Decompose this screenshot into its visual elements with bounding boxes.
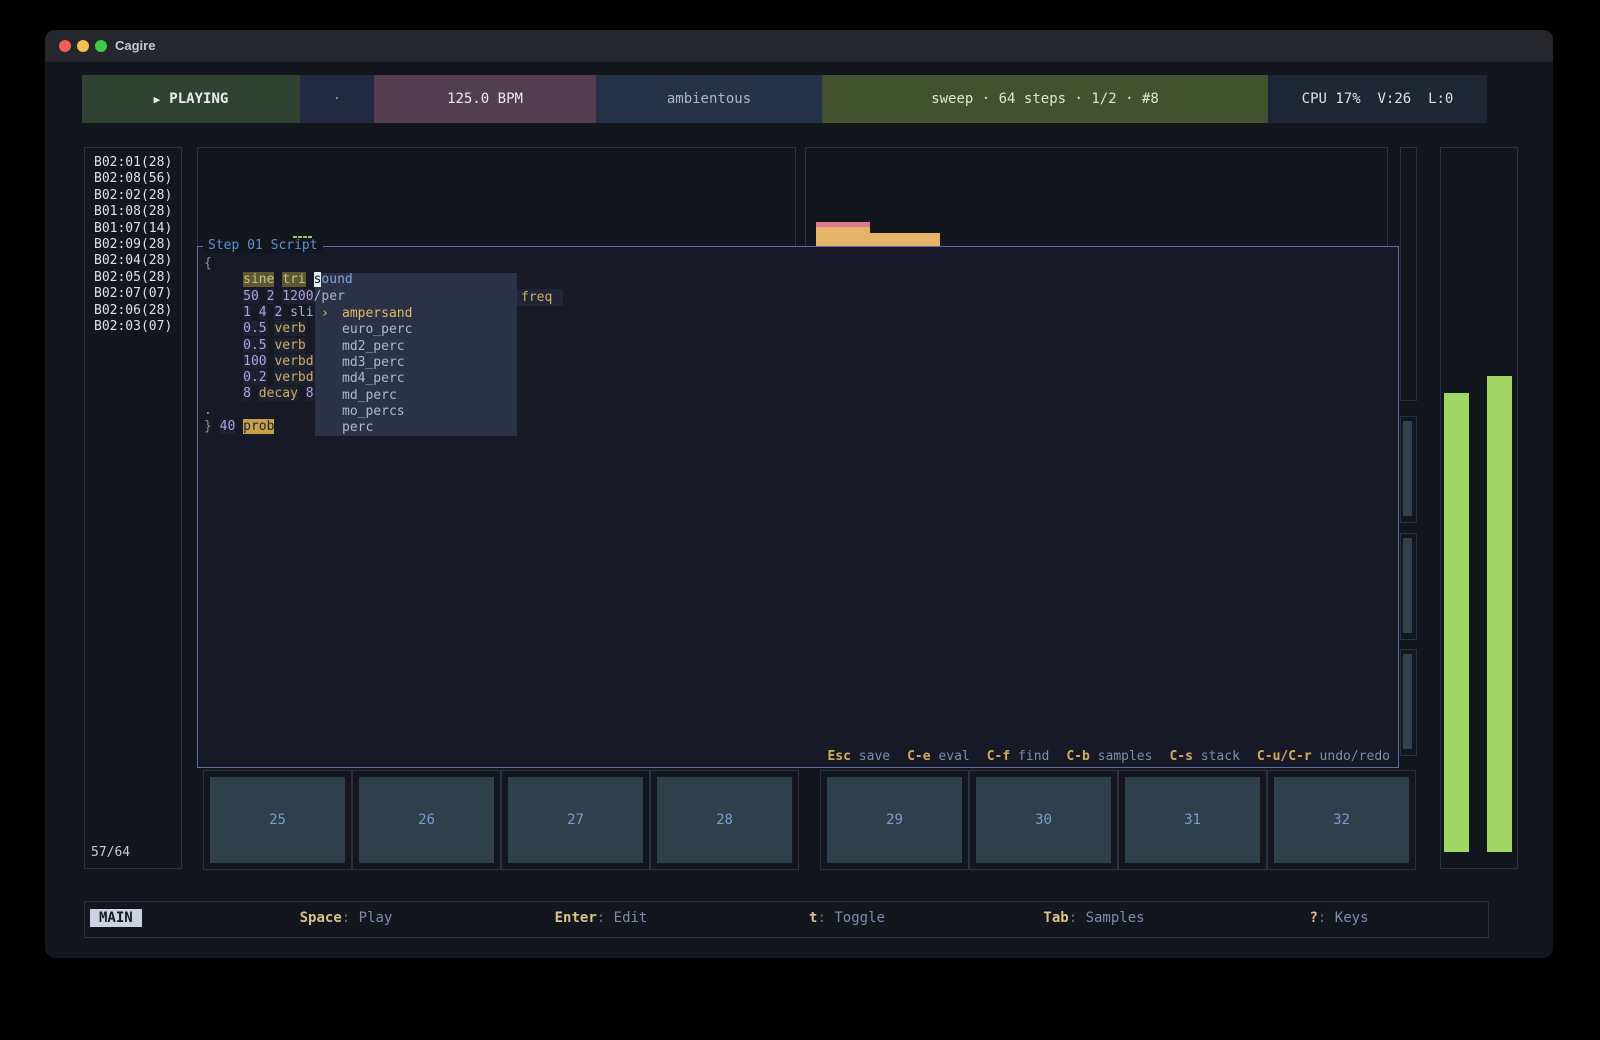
system-stats: CPU 17% V:26 L:0 [1268,75,1487,123]
automation-lane-panel [805,147,1388,249]
hidden-step-edge [1400,416,1417,523]
pattern-slot[interactable]: B02:02(28) [85,188,181,204]
transport-status-label: PLAYING [169,91,228,107]
pattern-slot[interactable]: B02:07(07) [85,286,181,302]
signature-hint: freq [517,289,563,306]
pattern-slot[interactable]: B02:08(56) [85,171,181,187]
editor-title: Step 01 Script [203,238,323,253]
step-block[interactable]: 29 [827,777,962,863]
code-line[interactable]: } 40 prob [204,419,274,435]
pattern-slot[interactable]: B02:09(28) [85,237,181,253]
footer-shortcut[interactable]: Enter: Edit [555,910,648,926]
code-line[interactable]: 1 4 2 sli [204,305,314,321]
script-editor[interactable]: Step 01 Script › ampersandeuro_percmd2_p… [197,246,1399,768]
editor-shortcut: Esc save [827,749,890,764]
footer-shortcut[interactable]: Tab: Samples [1043,910,1144,926]
editor-keybindings: Esc save C-e eval C-f find C-b samples C-s s… [810,749,1390,764]
step-block[interactable]: 28 [657,777,792,863]
step-cell: 31 [1118,770,1267,870]
app-screen: Cagire ▶ PLAYING · 125.0 BPM ambientous s… [0,0,1600,1040]
pattern-slot[interactable]: B01:07(14) [85,221,181,237]
step-cell: 28 [650,770,799,870]
pattern-slot[interactable]: B02:04(28) [85,253,181,269]
autocomplete-item[interactable]: ampersand [342,306,412,322]
autocomplete-item[interactable]: md_perc [342,388,397,404]
footer-bar: MAIN Space: Play Enter: Edit t: Toggle Tab:… [84,901,1489,938]
code-line[interactable]: 0.5 verb [204,338,306,354]
editor-shortcut: C-s stack [1169,749,1239,764]
scene-name[interactable]: ambientous [596,75,822,123]
autocomplete-item[interactable]: mo_percs [342,404,405,420]
hidden-step-edge [1400,533,1417,640]
step-cell: 29 [820,770,969,870]
pattern-list: B02:01(28)B02:08(56)B02:02(28)B01:08(28)… [85,155,181,335]
play-icon: ▶ [154,93,161,106]
code-line[interactable]: sine tri sound [204,272,353,288]
autocomplete-item[interactable]: perc [342,420,373,436]
hidden-row-edge [1400,147,1417,401]
close-window-button[interactable] [59,40,71,52]
step-block[interactable]: 27 [508,777,643,863]
maximize-window-button[interactable] [95,40,107,52]
code-line[interactable]: { [204,256,212,272]
autocomplete-item[interactable]: md3_perc [342,355,405,371]
pattern-slot[interactable]: B02:05(28) [85,270,181,286]
code-line[interactable]: 8 decay 8 [204,386,314,402]
step-block[interactable]: 30 [976,777,1111,863]
editor-shortcut: C-e eval [907,749,970,764]
step-block[interactable]: 31 [1125,777,1260,863]
step-block[interactable]: 32 [1274,777,1409,863]
pattern-slot[interactable]: B01:08(28) [85,204,181,220]
mode-badge: MAIN [90,909,142,927]
step-cell: 27 [501,770,650,870]
status-dot: · [300,75,374,123]
automation-bar[interactable] [816,227,870,246]
pattern-list-panel: B02:01(28)B02:08(56)B02:02(28)B01:08(28)… [84,147,182,869]
editor-shortcut: C-f find [987,749,1050,764]
code-line[interactable]: 0.2 verbd [204,370,314,386]
pattern-info[interactable]: sweep · 64 steps · 1/2 · #8 [822,75,1268,123]
autocomplete-item[interactable]: md4_perc [342,371,405,387]
bpm-display[interactable]: 125.0 BPM [374,75,596,123]
hidden-step-edge [1400,649,1417,756]
autocomplete-popup: › ampersandeuro_percmd2_percmd3_percmd4_… [315,273,517,436]
editor-shortcut: C-u/C-r undo/redo [1257,749,1390,764]
window-title: Cagire [115,38,155,53]
step-block[interactable]: 25 [210,777,345,863]
footer-shortcut[interactable]: t: Toggle [809,910,885,926]
step-blocks-row: 25262728 29303132 [0,770,1600,868]
footer-shortcut[interactable]: ?: Keys [1309,910,1368,926]
step-cell: 25 [203,770,352,870]
titlebar[interactable] [45,30,1553,62]
pattern-slot[interactable]: B02:06(28) [85,303,181,319]
pattern-slot[interactable]: B02:01(28) [85,155,181,171]
autocomplete-item[interactable]: euro_perc [342,322,412,338]
autocomplete-item[interactable]: md2_perc [342,339,405,355]
editor-shortcut: C-b samples [1066,749,1152,764]
code-line[interactable]: 50 2 1200/per [204,289,345,305]
step-cell: 26 [352,770,501,870]
code-line[interactable]: . [204,403,212,419]
code-line[interactable]: 0.5 verb [204,321,306,337]
step-block[interactable]: 26 [359,777,494,863]
footer-shortcut[interactable]: Space: Play [300,910,393,926]
step-cell: 32 [1267,770,1416,870]
pattern-grid-panel [197,147,796,249]
step-cell: 30 [969,770,1118,870]
transport-status[interactable]: ▶ PLAYING [82,75,300,123]
minimize-window-button[interactable] [77,40,89,52]
autocomplete-pointer-icon: › [321,306,329,322]
automation-bar[interactable] [870,233,940,246]
pattern-slot[interactable]: B02:03(07) [85,319,181,335]
code-line[interactable]: 100 verbd [204,354,314,370]
